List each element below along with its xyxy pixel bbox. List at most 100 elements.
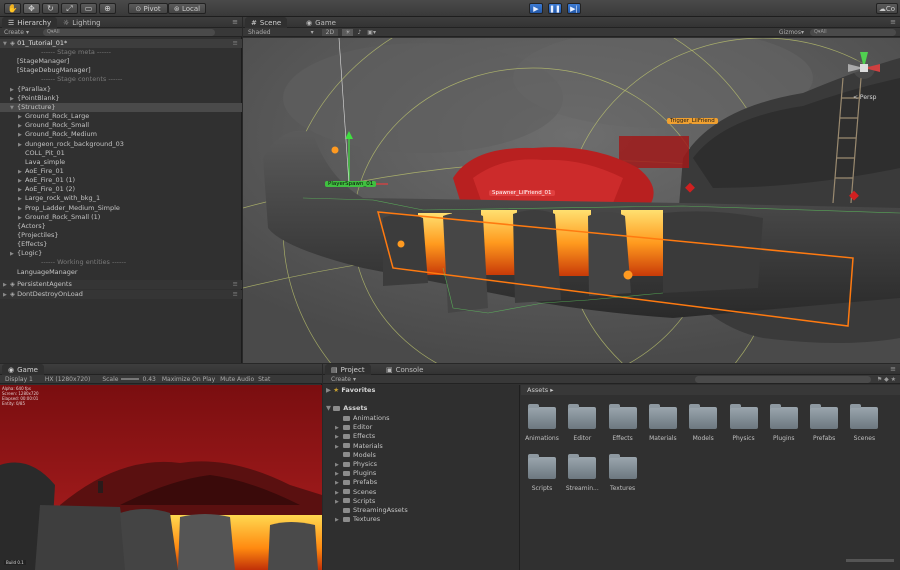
tab-hierarchy[interactable]: ☰ Hierarchy bbox=[2, 17, 58, 28]
hierarchy-item[interactable]: ▶ {PointBlank} bbox=[0, 94, 242, 103]
hierarchy-item[interactable]: ▶ AoE_Fire_01 bbox=[0, 167, 242, 176]
create-dropdown[interactable]: Create bbox=[4, 29, 24, 36]
tab-game[interactable]: ◉ Game bbox=[2, 364, 44, 375]
local-toggle[interactable]: ⊛ Local bbox=[168, 3, 206, 14]
rotate-icon[interactable]: ↻ bbox=[42, 3, 59, 14]
hierarchy-item[interactable]: ▶ Prop_Ladder_Medium_Simple bbox=[0, 204, 242, 213]
hierarchy-item[interactable]: ▶ Ground_Rock_Small (1) bbox=[0, 213, 242, 222]
collab-button[interactable]: ☁ Co bbox=[876, 3, 898, 14]
asset-tree-item[interactable]: StreamingAssets bbox=[323, 506, 519, 515]
tab-console[interactable]: ▣ Console bbox=[380, 364, 429, 375]
move-icon[interactable]: ✥ bbox=[23, 3, 40, 14]
scene-search-input[interactable]: Q▾All bbox=[810, 28, 896, 36]
scene-root-row[interactable]: ▼ ◈ 01_Tutorial_01* ≡ bbox=[0, 39, 242, 48]
panel-menu-icon[interactable]: ≡ bbox=[890, 365, 896, 373]
tab-lighting[interactable]: ☼ Lighting bbox=[57, 17, 107, 28]
asset-folder[interactable]: Scenes bbox=[844, 404, 884, 451]
asset-folder[interactable]: Models bbox=[683, 404, 723, 451]
asset-folder[interactable]: Plugins bbox=[764, 404, 804, 451]
pause-button[interactable]: ❚❚ bbox=[548, 3, 562, 14]
asset-folder[interactable]: Materials bbox=[643, 404, 683, 451]
asset-folder[interactable]: Editor bbox=[562, 404, 602, 451]
asset-folder[interactable]: Textures bbox=[603, 454, 643, 501]
asset-folder[interactable]: Physics bbox=[724, 404, 764, 451]
asset-folder[interactable]: Scripts bbox=[522, 454, 562, 501]
mode-2d-toggle[interactable]: 2D bbox=[321, 28, 339, 36]
project-search-input[interactable] bbox=[694, 375, 871, 383]
asset-tree-item[interactable]: ▶ Plugins bbox=[323, 469, 519, 478]
hierarchy-item[interactable]: ▶ AoE_Fire_01 (2) bbox=[0, 185, 242, 194]
trigger-label[interactable]: Trigger_LilFriend bbox=[667, 118, 718, 124]
hierarchy-item[interactable]: Lava_simple bbox=[0, 158, 242, 167]
asset-tree-item[interactable]: ▶ Effects bbox=[323, 432, 519, 441]
tab-game-top[interactable]: ◉ Game bbox=[300, 17, 342, 28]
panel-menu-icon[interactable]: ≡ bbox=[232, 18, 238, 26]
hierarchy-item[interactable]: ▼ {Structure} bbox=[0, 102, 242, 112]
assets-row[interactable]: ▼ Assets bbox=[323, 404, 519, 413]
hierarchy-item[interactable]: ▶ AoE_Fire_01 (1) bbox=[0, 176, 242, 185]
hierarchy-item[interactable]: COLL_Pit_01 bbox=[0, 149, 242, 158]
asset-folder[interactable]: Streamin... bbox=[562, 454, 602, 501]
row-menu-icon[interactable]: ≡ bbox=[233, 280, 238, 289]
asset-folder[interactable]: Prefabs bbox=[804, 404, 844, 451]
hierarchy-item[interactable]: ▶ dungeon_rock_background_03 bbox=[0, 140, 242, 149]
mute-toggle[interactable]: Mute Audio bbox=[220, 376, 254, 383]
player-spawn-label[interactable]: PlayerSpawn_01 bbox=[325, 181, 377, 187]
lighting-toggle-icon[interactable]: ☀ bbox=[342, 28, 354, 36]
hierarchy-item[interactable]: {Projectiles} bbox=[0, 231, 242, 240]
hierarchy-search-input[interactable]: Q▾All bbox=[42, 28, 215, 36]
tab-project[interactable]: ▤ Project bbox=[325, 364, 371, 375]
hierarchy-separator[interactable]: ------ Working entities ------ bbox=[0, 258, 242, 267]
hierarchy-separator[interactable]: ------ Stage contents ------ bbox=[0, 75, 242, 84]
pivot-toggle[interactable]: ⊙ Pivot bbox=[128, 3, 168, 14]
hierarchy-item[interactable]: ▶ Ground_Rock_Medium bbox=[0, 130, 242, 139]
hierarchy-item[interactable]: ▶ {Logic} bbox=[0, 249, 242, 258]
project-create-dropdown[interactable]: Create bbox=[331, 376, 351, 383]
rect-icon[interactable]: ▭ bbox=[80, 3, 97, 14]
scene-menu-icon[interactable]: ≡ bbox=[233, 39, 238, 48]
hierarchy-item[interactable]: ▶ Ground_Rock_Small bbox=[0, 121, 242, 130]
tab-scene[interactable]: # Scene bbox=[245, 17, 288, 28]
filter-icons[interactable]: ⚑ ◆ ★ bbox=[877, 376, 896, 383]
gizmos-dropdown[interactable]: Gizmos bbox=[779, 29, 801, 36]
play-button[interactable]: ▶ bbox=[529, 3, 543, 14]
zoom-slider[interactable] bbox=[846, 559, 894, 562]
scale-icon[interactable]: ⤢ bbox=[61, 3, 78, 14]
hierarchy-item[interactable]: ▶ Ground_Rock_Large bbox=[0, 112, 242, 121]
persp-label[interactable]: < Persp bbox=[853, 94, 876, 101]
asset-tree-item[interactable]: ▶ Scenes bbox=[323, 488, 519, 497]
hand-icon[interactable]: ✋ bbox=[4, 3, 21, 14]
asset-tree-item[interactable]: ▶ Textures bbox=[323, 515, 519, 524]
assets-breadcrumb[interactable]: Assets ▸ bbox=[521, 385, 900, 395]
asset-tree-item[interactable]: Animations bbox=[323, 414, 519, 423]
audio-toggle-icon[interactable]: ♪ bbox=[357, 29, 361, 36]
asset-tree-item[interactable]: ▶ Editor bbox=[323, 423, 519, 432]
hierarchy-item[interactable]: LanguageManager bbox=[0, 268, 242, 277]
hierarchy-item[interactable]: {Actors} bbox=[0, 222, 242, 231]
hierarchy-item[interactable]: [StageDebugManager] bbox=[0, 66, 242, 75]
hierarchy-item[interactable]: {Effects} bbox=[0, 240, 242, 249]
asset-tree-item[interactable]: ▶ Prefabs bbox=[323, 478, 519, 487]
stats-toggle[interactable]: Stat bbox=[258, 376, 270, 383]
game-viewport[interactable]: Alpha: 640 fps Screen: 1280x720 Elapsed:… bbox=[0, 385, 322, 570]
scale-slider[interactable] bbox=[121, 378, 140, 380]
hierarchy-item[interactable]: ▶ Large_rock_with_bkg_1 bbox=[0, 194, 242, 203]
panel-menu-icon[interactable]: ≡ bbox=[890, 18, 896, 26]
hierarchy-separator[interactable]: ------ Stage meta ------ bbox=[0, 48, 242, 57]
maximize-toggle[interactable]: Maximize On Play bbox=[162, 376, 215, 383]
favorites-row[interactable]: ▶ ★ Favorites bbox=[323, 386, 519, 395]
expand-arrow-icon[interactable]: ▶ bbox=[335, 516, 343, 525]
shading-dropdown[interactable]: Shaded bbox=[248, 29, 271, 36]
asset-tree-item[interactable]: Models bbox=[323, 451, 519, 460]
hierarchy-item[interactable]: [StageManager] bbox=[0, 57, 242, 66]
asset-tree-item[interactable]: ▶ Physics bbox=[323, 460, 519, 469]
step-button[interactable]: ▶| bbox=[567, 3, 581, 14]
transform-icon[interactable]: ⊕ bbox=[99, 3, 116, 14]
display-dropdown[interactable]: Display 1 bbox=[5, 376, 33, 383]
spawner-label[interactable]: Spawner_LilFriend_01 bbox=[489, 190, 555, 196]
asset-folder[interactable]: Effects bbox=[603, 404, 643, 451]
asset-tree-item[interactable]: ▶ Scripts bbox=[323, 497, 519, 506]
asset-folder[interactable]: Animations bbox=[522, 404, 562, 451]
persistent-agents-row[interactable]: ▶ ◈ PersistentAgents ≡ bbox=[0, 280, 242, 289]
asset-tree-item[interactable]: ▶ Materials bbox=[323, 442, 519, 451]
